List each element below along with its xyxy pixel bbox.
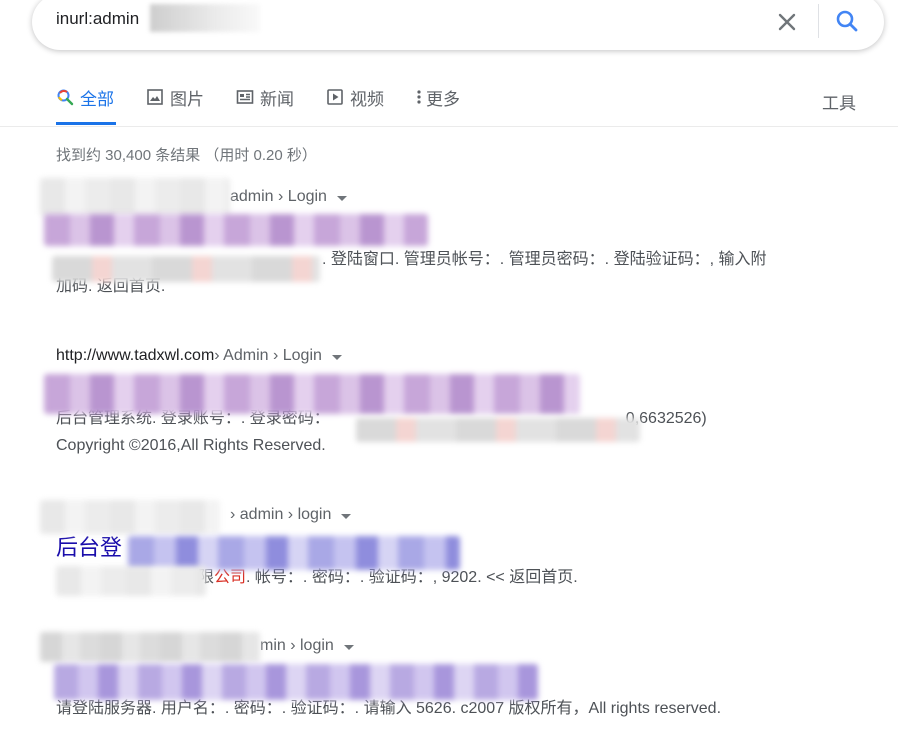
redacted-snippet bbox=[52, 256, 320, 282]
redacted-url bbox=[40, 500, 220, 534]
chevron-down-icon[interactable] bbox=[341, 513, 352, 519]
redacted-url bbox=[40, 178, 230, 216]
search-button[interactable] bbox=[830, 4, 864, 38]
tab-label: 新闻 bbox=[260, 90, 294, 109]
redacted-snippet bbox=[56, 566, 206, 596]
redacted-query-text bbox=[150, 4, 260, 32]
cite-path: min › login bbox=[260, 637, 334, 654]
tab-label: 视频 bbox=[350, 90, 384, 109]
tab-label: 更多 bbox=[426, 90, 460, 109]
close-icon bbox=[778, 13, 796, 31]
news-icon bbox=[236, 90, 254, 104]
tools-button[interactable]: 工具 bbox=[822, 89, 856, 114]
active-tab-indicator bbox=[56, 122, 116, 125]
result-stats: 找到约 30,400 条结果 （用时 0.20 秒） bbox=[56, 147, 317, 164]
chevron-down-icon[interactable] bbox=[331, 354, 342, 360]
result-cite[interactable]: http://www.tadxwl.com › Admin › Login bbox=[56, 347, 816, 365]
more-vert-icon bbox=[417, 90, 421, 104]
tab-videos[interactable]: 视频 bbox=[326, 85, 384, 125]
title-text: 后台登 bbox=[56, 535, 123, 560]
search-bar[interactable]: inurl:admin bbox=[32, 0, 884, 50]
redacted-title bbox=[128, 536, 460, 570]
snippet-text: . 帐号：. 密码：. 验证码：, 9202. << 返回首页. bbox=[246, 569, 578, 586]
tab-more[interactable]: 更多 bbox=[414, 85, 460, 125]
cite-path: › admin › login bbox=[230, 506, 332, 523]
snippet-highlight: 公司 bbox=[214, 569, 247, 586]
tab-label: 图片 bbox=[170, 90, 204, 109]
search-results-page: inurl:admin 全部 图片 新闻 视频 更多 工具 找到约 30,400… bbox=[0, 0, 898, 741]
search-tabs: 全部 图片 新闻 视频 更多 bbox=[0, 85, 898, 127]
image-icon bbox=[147, 89, 163, 105]
redacted-title bbox=[44, 374, 580, 414]
search-icon bbox=[57, 89, 74, 106]
search-divider bbox=[818, 4, 819, 38]
tabs-divider bbox=[0, 126, 898, 127]
redacted-title bbox=[54, 664, 538, 700]
chevron-down-icon[interactable] bbox=[343, 644, 354, 650]
search-input[interactable]: inurl:admin bbox=[56, 9, 139, 29]
tab-label: 全部 bbox=[80, 90, 114, 109]
tab-images[interactable]: 图片 bbox=[146, 85, 204, 125]
redacted-snippet bbox=[356, 418, 640, 442]
snippet-text: . 登陆窗口. 管理员帐号：. 管理员密码：. 登陆验证码：, 输入附 bbox=[322, 251, 767, 268]
cite-path: admin › Login bbox=[230, 188, 327, 205]
redacted-url bbox=[40, 632, 260, 662]
cite-url: http://www.tadxwl.com bbox=[56, 347, 215, 364]
video-icon bbox=[327, 89, 343, 105]
tab-news[interactable]: 新闻 bbox=[236, 85, 294, 125]
clear-search-button[interactable] bbox=[770, 5, 804, 39]
search-icon bbox=[836, 10, 858, 32]
redacted-title bbox=[44, 214, 428, 246]
tab-all[interactable]: 全部 bbox=[56, 85, 114, 125]
chevron-down-icon[interactable] bbox=[336, 195, 347, 201]
cite-path: › Admin › Login bbox=[214, 347, 322, 364]
